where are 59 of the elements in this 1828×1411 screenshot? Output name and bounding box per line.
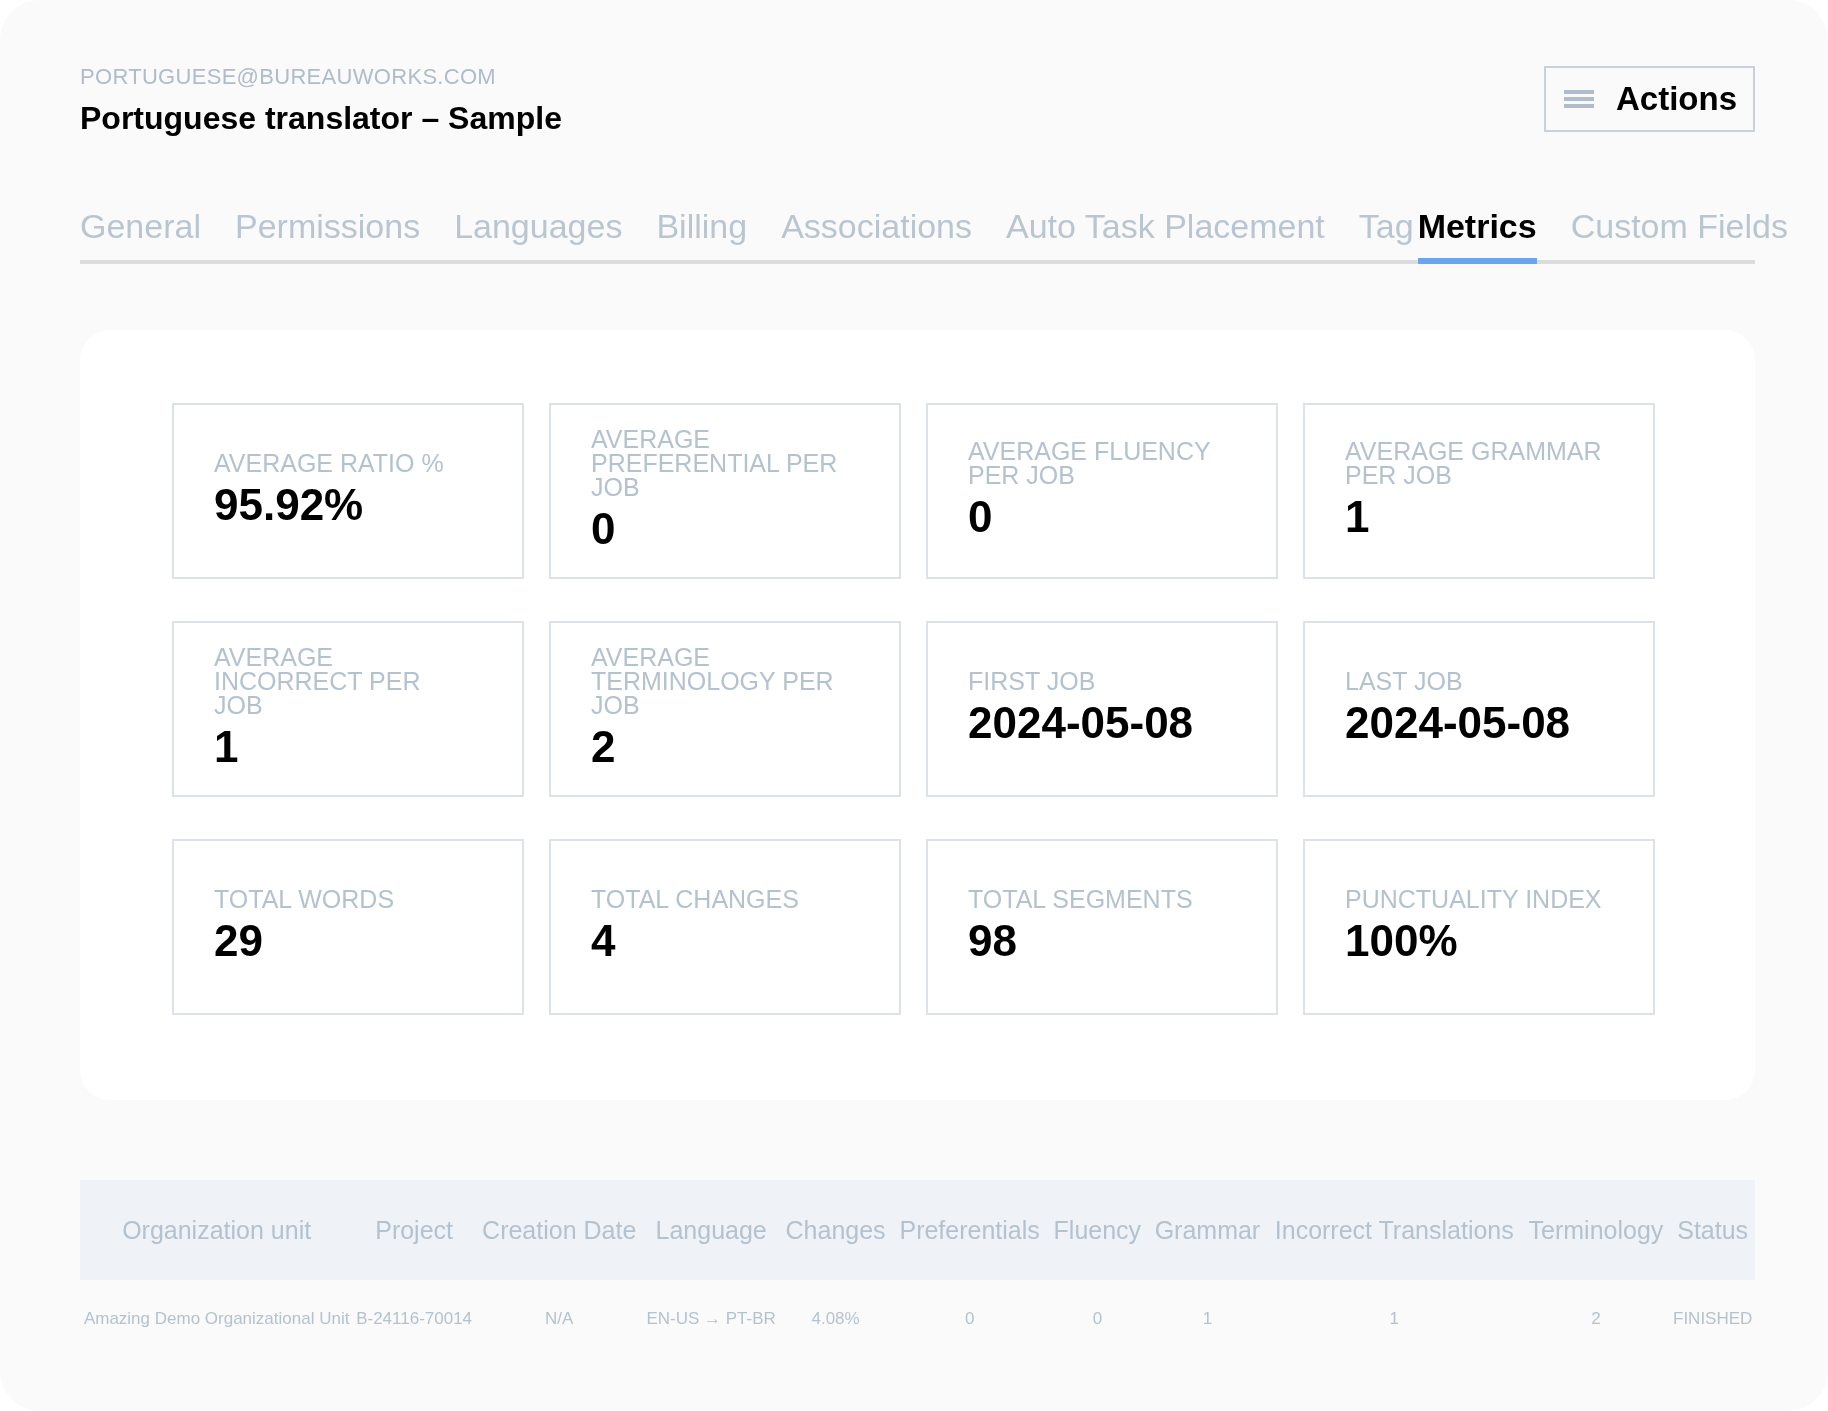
metric-label: AVERAGE PREFERENTIAL PER JOB xyxy=(591,428,839,500)
column-header: Incorrect Translations xyxy=(1267,1180,1522,1280)
metric-value: 100% xyxy=(1345,915,1459,966)
metric-label: TOTAL SEGMENTS xyxy=(968,888,1194,912)
tab[interactable]: Associations xyxy=(781,207,972,264)
tab[interactable]: Languages xyxy=(454,207,623,264)
metric-value: 2024-05-08 xyxy=(1345,697,1572,748)
metric-value: 98 xyxy=(968,915,1018,966)
column-header: Creation Date xyxy=(474,1180,644,1280)
tab[interactable]: Billing xyxy=(656,207,748,264)
column-header: Fluency xyxy=(1046,1180,1148,1280)
table-cell: Amazing Demo Organizational Unit xyxy=(80,1280,354,1358)
metric-label: TOTAL CHANGES xyxy=(591,888,800,912)
metric-value: 4 xyxy=(591,915,617,966)
column-header: Terminology xyxy=(1521,1180,1671,1280)
metric-value: 2 xyxy=(591,721,617,772)
column-header: Status xyxy=(1670,1180,1755,1280)
metric-value: 0 xyxy=(591,503,617,554)
tab[interactable]: Metrics xyxy=(1417,207,1537,264)
tab[interactable]: Auto Task Placement xyxy=(1006,207,1325,264)
tab[interactable]: Custom Fields xyxy=(1570,207,1788,264)
metric-label: AVERAGE GRAMMAR PER JOB xyxy=(1345,440,1603,488)
column-header: Organization unit xyxy=(80,1180,354,1280)
column-header: Changes xyxy=(778,1180,893,1280)
table-cell: 4.08% xyxy=(778,1280,893,1358)
metric-value: 0 xyxy=(968,491,994,542)
metric-label: AVERAGE FLUENCY PER JOB xyxy=(968,440,1212,488)
tab[interactable]: Permissions xyxy=(234,207,421,264)
table-cell: N/A xyxy=(474,1280,644,1358)
table-cell: 1 xyxy=(1147,1280,1268,1358)
actions-button[interactable]: Actions xyxy=(1544,66,1755,132)
column-header: Language xyxy=(643,1180,779,1280)
page-title: Portuguese translator – Sample xyxy=(80,100,562,137)
table-cell: 0 xyxy=(1046,1280,1148,1358)
metric-label: TOTAL WORDS xyxy=(214,888,396,912)
table-cell: EN-US → PT-BR xyxy=(643,1280,779,1358)
column-header: Grammar xyxy=(1147,1180,1268,1280)
table-cell: 0 xyxy=(892,1280,1047,1358)
table-cell: B-24116-70014 xyxy=(353,1280,475,1358)
metric-value: 1 xyxy=(214,721,240,772)
metric-value: 29 xyxy=(214,915,264,966)
metric-label: FIRST JOB xyxy=(968,670,1097,694)
tab[interactable]: Tag xyxy=(1358,207,1414,264)
tab[interactable]: General xyxy=(80,207,201,264)
column-header: Project xyxy=(353,1180,475,1280)
column-header: Preferentials xyxy=(892,1180,1047,1280)
table-cell: 1 xyxy=(1267,1280,1522,1358)
metric-value: 1 xyxy=(1345,491,1371,542)
metric-value: 2024-05-08 xyxy=(968,697,1195,748)
metric-label: AVERAGE RATIO % xyxy=(214,452,445,476)
table-cell: FINISHED xyxy=(1670,1280,1755,1358)
menu-icon xyxy=(1564,89,1594,109)
metric-value: 95.92% xyxy=(214,479,365,530)
account-email: PORTUGUESE@BUREAUWORKS.COM xyxy=(80,64,497,90)
metric-label: PUNCTUALITY INDEX xyxy=(1345,888,1603,912)
metric-label: AVERAGE INCORRECT PER JOB xyxy=(214,646,422,718)
metric-label: LAST JOB xyxy=(1345,670,1464,694)
metric-label: AVERAGE TERMINOLOGY PER JOB xyxy=(591,646,835,718)
table-cell: 2 xyxy=(1521,1280,1671,1358)
